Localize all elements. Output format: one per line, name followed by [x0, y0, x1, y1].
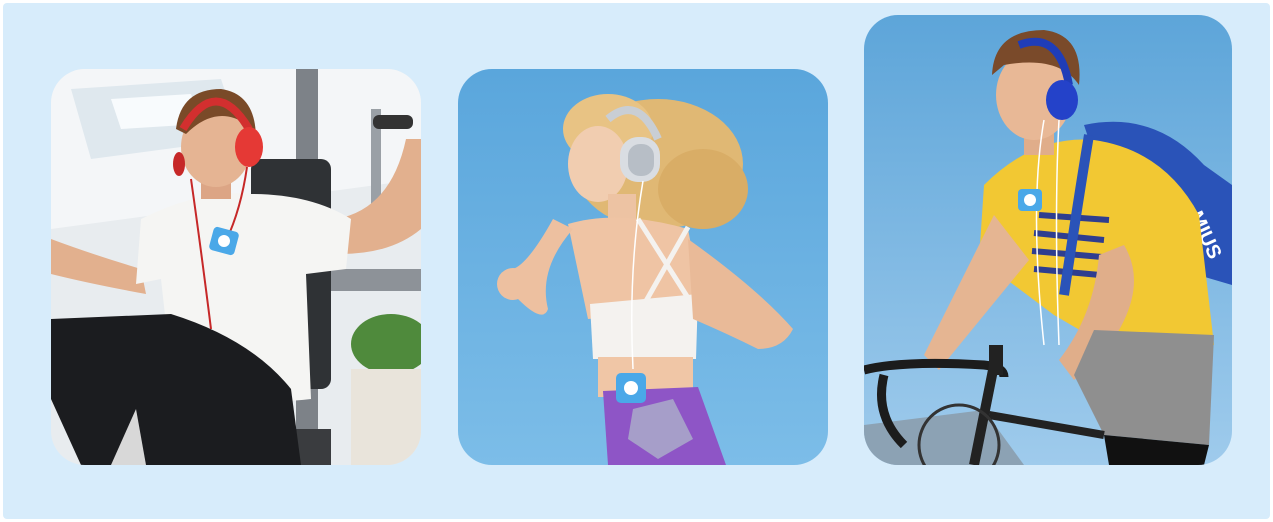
- running-photo: [458, 69, 828, 465]
- running-photo-card: [458, 69, 828, 465]
- gym-photo: [51, 69, 421, 465]
- gym-photo-card: [51, 69, 421, 465]
- cycling-photo-card: MIUS: [864, 15, 1232, 465]
- cycling-photo: MIUS: [864, 15, 1232, 465]
- gallery-panel: MIUS: [3, 3, 1270, 519]
